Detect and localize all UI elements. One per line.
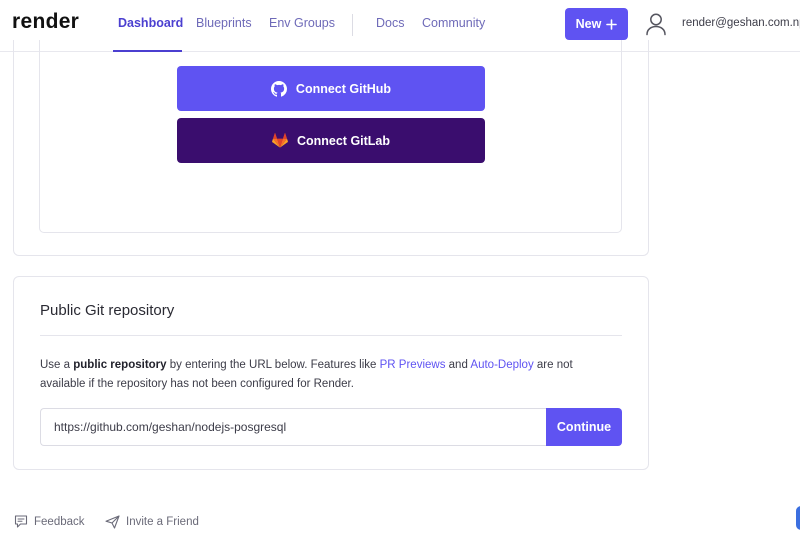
connect-github-button[interactable]: Connect GitHub	[177, 66, 485, 111]
new-button-label: New	[575, 17, 602, 31]
nav-dashboard[interactable]: Dashboard	[118, 16, 183, 30]
section-divider	[40, 335, 622, 336]
invite-friend-label: Invite a Friend	[126, 516, 199, 528]
chat-widget-button[interactable]	[796, 506, 800, 530]
connect-gitlab-label: Connect GitLab	[296, 133, 391, 148]
desc-text: Use a	[40, 359, 74, 371]
connect-github-label: Connect GitHub	[295, 81, 392, 96]
render-logo[interactable]: render	[12, 10, 79, 34]
nav-env-groups[interactable]: Env Groups	[269, 16, 335, 30]
github-icon	[270, 80, 287, 97]
send-icon	[105, 515, 120, 529]
public-repository-title: Public Git repository	[40, 302, 175, 319]
feedback-label: Feedback	[34, 515, 85, 528]
nav-community[interactable]: Community	[422, 16, 485, 30]
pr-previews-link[interactable]: PR Previews	[380, 359, 446, 371]
invite-friend-link[interactable]: Invite a Friend	[105, 515, 199, 529]
nav-divider	[352, 14, 353, 36]
new-button[interactable]: New	[565, 8, 628, 40]
desc-bold-text: public repository	[73, 359, 167, 371]
feedback-link[interactable]: Feedback	[14, 515, 85, 528]
user-email[interactable]: render@geshan.com.np	[682, 17, 800, 29]
feedback-icon	[14, 515, 28, 528]
connect-gitlab-button[interactable]: Connect GitLab	[177, 118, 485, 163]
gitlab-icon	[272, 133, 288, 148]
plus-icon	[606, 18, 618, 30]
public-repository-description: Use a public repository by entering the …	[40, 356, 610, 394]
desc-text: by entering the URL below. Features like	[166, 359, 380, 371]
continue-button[interactable]: Continue	[546, 408, 622, 446]
desc-text: and	[445, 359, 471, 371]
repository-url-input[interactable]	[40, 408, 547, 446]
nav-docs[interactable]: Docs	[376, 16, 404, 30]
nav-blueprints[interactable]: Blueprints	[196, 16, 252, 30]
auto-deploy-link[interactable]: Auto-Deploy	[470, 359, 533, 371]
user-icon[interactable]	[645, 12, 667, 36]
